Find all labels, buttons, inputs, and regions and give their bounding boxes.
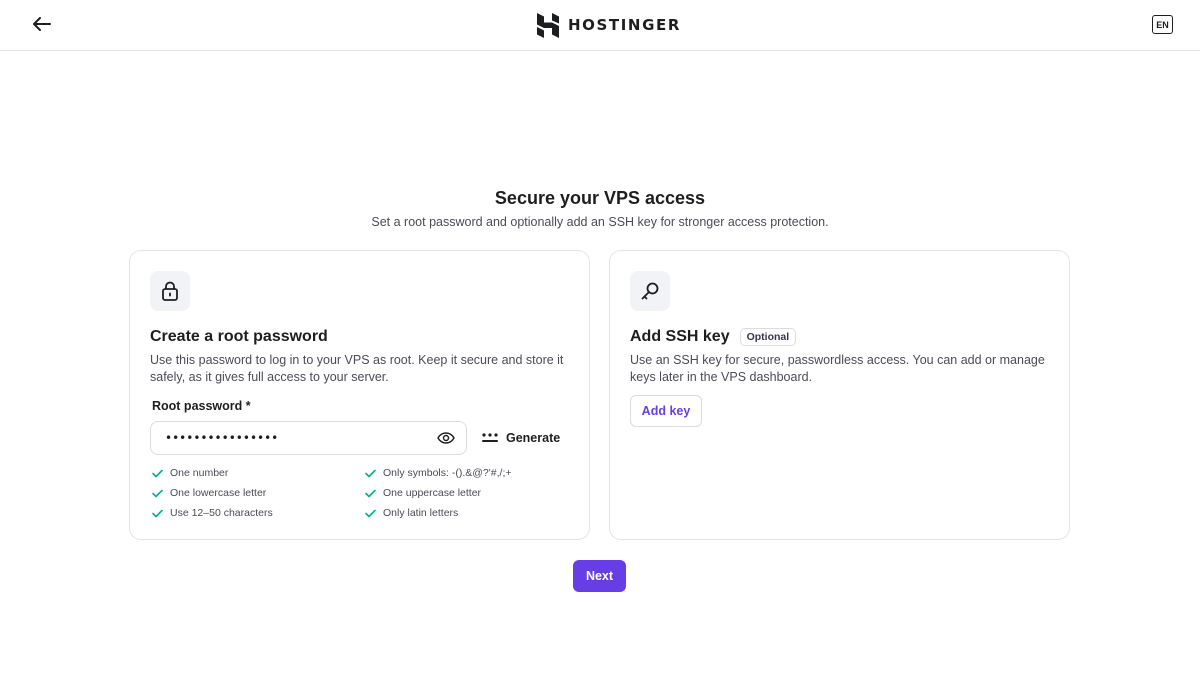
password-generate-icon [482, 433, 498, 442]
check-icon [365, 489, 376, 497]
requirement-text: One lowercase letter [170, 487, 267, 499]
root-password-description: Use this password to log in to your VPS … [150, 353, 564, 384]
generate-password-button[interactable]: Generate [482, 429, 560, 447]
requirement-item: Only latin letters [365, 507, 458, 519]
page-subtitle: Set a root password and optionally add a… [371, 215, 829, 229]
requirement-text: One number [170, 467, 229, 479]
root-password-input[interactable] [163, 422, 423, 454]
ssh-key-title-text: Add SSH key [630, 328, 730, 345]
top-bar: HOSTINGER EN [0, 0, 1200, 51]
requirement-text: Use 12–50 characters [170, 507, 273, 519]
root-password-field[interactable] [150, 421, 467, 455]
requirement-item: Only symbols: -().&@?'#,/;+ [365, 467, 512, 479]
requirement-item: One uppercase letter [365, 487, 481, 499]
hostinger-logo[interactable]: HOSTINGER [537, 12, 681, 38]
requirement-item: One lowercase letter [152, 487, 266, 499]
ssh-key-title: Add SSH key Optional [630, 328, 797, 346]
root-password-card: Create a root password Use this password… [129, 250, 590, 540]
page-title: Secure your VPS access [494, 188, 706, 208]
back-button[interactable] [30, 12, 54, 36]
ssh-key-card: Add SSH key Optional Use an SSH key for … [609, 250, 1070, 540]
ssh-key-description: Use an SSH key for secure, passwordless … [630, 353, 1045, 384]
lock-icon [162, 281, 178, 301]
check-icon [152, 469, 163, 477]
add-key-button[interactable]: Add key [630, 395, 702, 427]
hostinger-logo-icon [537, 12, 559, 38]
generate-label: Generate [506, 431, 561, 445]
requirement-text: Only latin letters [383, 507, 459, 519]
check-icon [152, 509, 163, 517]
check-icon [365, 469, 376, 477]
root-password-label: Root password * [152, 399, 251, 413]
toggle-visibility-button[interactable] [435, 429, 457, 447]
language-selector[interactable]: EN [1152, 15, 1173, 34]
root-password-title: Create a root password [150, 328, 328, 346]
key-icon [641, 282, 659, 300]
optional-badge: Optional [739, 328, 797, 346]
brand-name: HOSTINGER [568, 16, 681, 34]
root-password-title-text: Create a root password [150, 328, 328, 345]
key-icon-box [630, 271, 670, 311]
requirement-text: One uppercase letter [383, 487, 482, 499]
arrow-left-icon [33, 17, 51, 31]
check-icon [365, 509, 376, 517]
requirement-item: Use 12–50 characters [152, 507, 273, 519]
eye-icon [437, 432, 455, 444]
requirement-text: Only symbols: -().&@?'#,/;+ [383, 467, 512, 479]
next-button[interactable]: Next [573, 560, 626, 592]
requirement-item: One number [152, 467, 228, 479]
lock-icon-box [150, 271, 190, 311]
check-icon [152, 489, 163, 497]
